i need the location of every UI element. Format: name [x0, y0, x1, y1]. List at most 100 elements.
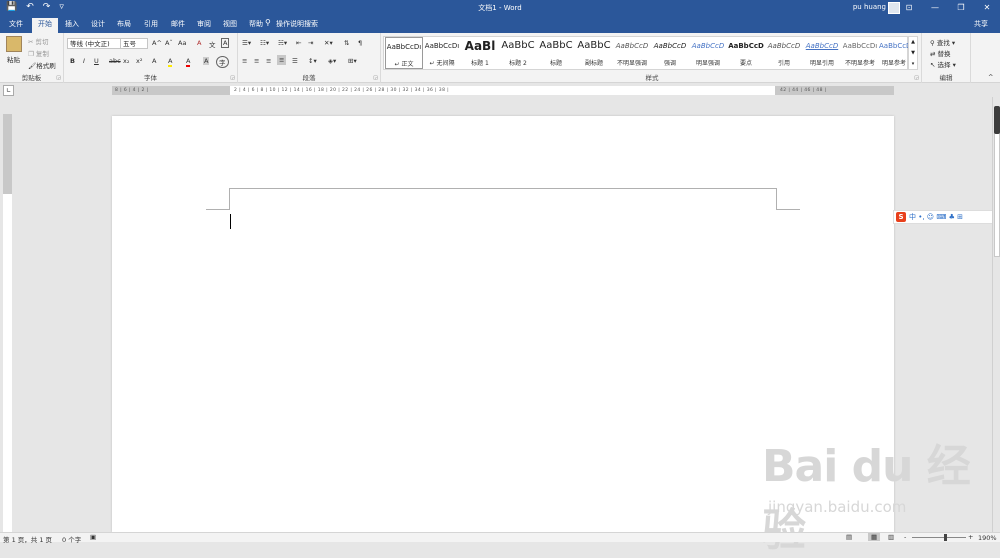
margin-corner-left: [229, 188, 230, 210]
zoom-in-button[interactable]: +: [968, 533, 973, 541]
dialog-launcher-icon[interactable]: ◲: [914, 75, 919, 81]
chinese-layout-icon[interactable]: ✕▾: [324, 39, 333, 47]
web-layout-icon[interactable]: ▥: [888, 533, 894, 541]
scissors-icon: ✂: [28, 38, 34, 46]
zoom-slider[interactable]: [912, 537, 966, 538]
font-size-select[interactable]: 五号: [120, 38, 148, 49]
tab-insert[interactable]: 插入: [65, 19, 79, 29]
distributed-icon[interactable]: ☰: [292, 57, 298, 65]
decrease-indent-icon[interactable]: ⇤: [296, 39, 301, 47]
tab-layout[interactable]: 布局: [117, 19, 131, 29]
paste-button[interactable]: 粘贴: [7, 54, 20, 64]
ruler-left-numbers: 8 | 6 | 4 | 2 |: [115, 88, 149, 93]
replace-button[interactable]: ⇄ 替换: [930, 48, 951, 58]
title-bar: 💾 ↶ ↷ ▿ 文档1 - Word pu huang ⊡ — ❐ ✕: [0, 0, 1000, 16]
shrink-font-button[interactable]: Aˇ: [165, 39, 173, 47]
close-button[interactable]: ✕: [974, 0, 1000, 16]
copy-button[interactable]: ❐ 复制: [28, 48, 49, 58]
strikethrough-button[interactable]: abc: [109, 57, 121, 65]
align-right-icon[interactable]: ≡: [266, 57, 271, 65]
ruler-right-numbers: 42 | 44 | 46 | 48 |: [780, 88, 827, 93]
margin-mark-left: [206, 209, 229, 210]
char-shading-icon[interactable]: A: [203, 57, 210, 65]
zoom-level[interactable]: 190%: [978, 534, 997, 542]
collapse-ribbon-icon[interactable]: ^: [988, 73, 993, 81]
font-color-button[interactable]: A: [186, 57, 191, 67]
read-mode-icon[interactable]: ▤: [846, 533, 852, 541]
cut-button[interactable]: ✂ 剪切: [28, 36, 49, 46]
text-effects-icon[interactable]: A: [152, 57, 156, 65]
select-button[interactable]: ↖ 选择 ▾: [930, 59, 956, 69]
restore-button[interactable]: ❐: [948, 0, 974, 16]
borders-icon[interactable]: ⊞▾: [348, 57, 357, 65]
tell-me-search[interactable]: 操作说明搜索: [276, 19, 318, 29]
tab-mailings[interactable]: 邮件: [171, 19, 185, 29]
underline-button[interactable]: U: [94, 57, 99, 65]
word-count[interactable]: 0 个字: [62, 534, 81, 544]
ribbon-display-options-icon[interactable]: ⊡: [896, 0, 922, 16]
sogou-logo-icon[interactable]: S: [896, 212, 906, 222]
tab-home[interactable]: 开始: [32, 18, 58, 33]
tab-view[interactable]: 视图: [223, 19, 237, 29]
tab-references[interactable]: 引用: [144, 19, 158, 29]
tab-selector[interactable]: ∟: [3, 85, 14, 96]
find-button[interactable]: ⚲ 查找 ▾: [930, 37, 955, 47]
tab-review[interactable]: 审阅: [197, 19, 211, 29]
side-panel-handle[interactable]: [994, 106, 1000, 134]
ruler-text-area: [3, 194, 12, 532]
clear-format-icon[interactable]: A: [197, 39, 201, 47]
share-button[interactable]: 共享: [974, 19, 988, 29]
group-label: 剪贴板: [21, 74, 42, 82]
grow-font-button[interactable]: A^: [152, 39, 162, 47]
bold-button[interactable]: B: [70, 57, 75, 65]
vertical-ruler[interactable]: [3, 114, 12, 532]
phonetic-guide-icon[interactable]: 文: [209, 39, 216, 49]
align-center-icon[interactable]: ≡: [254, 57, 259, 65]
change-case-button[interactable]: Aa: [178, 39, 186, 47]
dialog-launcher-icon[interactable]: ◲: [373, 75, 378, 81]
window-controls: ⊡ — ❐ ✕: [896, 0, 1000, 16]
watermark-url: jingyan.baidu.com: [768, 498, 907, 516]
proofing-icon[interactable]: ▣: [90, 533, 96, 541]
print-layout-icon[interactable]: ▦: [868, 533, 881, 541]
group-label: 样式: [645, 74, 659, 82]
superscript-button[interactable]: x²: [136, 57, 142, 65]
char-border-icon[interactable]: A: [221, 38, 230, 48]
header-boundary: [229, 188, 777, 189]
show-marks-icon[interactable]: ¶: [358, 39, 362, 47]
italic-button[interactable]: I: [83, 57, 85, 65]
group-label: 编辑: [939, 74, 953, 82]
enclose-char-icon[interactable]: 字: [216, 56, 229, 68]
ribbon-tabs: 文件 开始 插入 设计 布局 引用 邮件 审阅 视图 帮助 ⚲ 操作说明搜索 共…: [0, 16, 1000, 33]
tab-design[interactable]: 设计: [91, 19, 105, 29]
subscript-button[interactable]: x₂: [123, 57, 129, 65]
line-spacing-icon[interactable]: ↕▾: [308, 57, 317, 65]
dialog-launcher-icon[interactable]: ◲: [230, 75, 235, 81]
tab-help[interactable]: 帮助: [249, 19, 263, 29]
dialog-launcher-icon[interactable]: ◲: [56, 75, 61, 81]
highlight-button[interactable]: A: [168, 57, 173, 67]
numbering-icon[interactable]: ☷▾: [260, 39, 269, 47]
user-name[interactable]: pu huang: [853, 3, 886, 11]
copy-icon: ❐: [28, 50, 34, 58]
horizontal-ruler[interactable]: ∟ 8 | 6 | 4 | 2 | 2 | 4 | 6 | 8 | 10 | 1…: [0, 84, 1000, 97]
bullets-icon[interactable]: ☰▾: [242, 39, 251, 47]
zoom-slider-thumb[interactable]: [944, 534, 947, 541]
ime-status[interactable]: 中 •, ☺ ⌨ ♣ ⊞: [909, 212, 963, 222]
justify-icon[interactable]: ≡: [277, 55, 287, 65]
ruler-margin: [3, 114, 12, 194]
ime-toolbar[interactable]: S 中 •, ☺ ⌨ ♣ ⊞: [893, 210, 1000, 224]
tab-file[interactable]: 文件: [9, 19, 23, 29]
shading-icon[interactable]: ◈▾: [328, 57, 336, 65]
minimize-button[interactable]: —: [922, 0, 948, 16]
paste-icon[interactable]: [6, 36, 22, 52]
format-painter-button[interactable]: 🖌格式刷: [28, 60, 56, 70]
ruler-text-area: 2 | 4 | 6 | 8 | 10 | 12 | 14 | 16 | 18 |…: [230, 86, 775, 95]
align-left-icon[interactable]: ≡: [242, 57, 247, 65]
page-count[interactable]: 第 1 页，共 1 页: [3, 534, 52, 544]
sort-icon[interactable]: ⇅: [344, 39, 349, 47]
font-name-select[interactable]: 等线 (中文正): [67, 38, 121, 49]
zoom-out-button[interactable]: -: [904, 533, 906, 541]
increase-indent-icon[interactable]: ⇥: [308, 39, 313, 47]
multilevel-list-icon[interactable]: ☵▾: [278, 39, 287, 47]
